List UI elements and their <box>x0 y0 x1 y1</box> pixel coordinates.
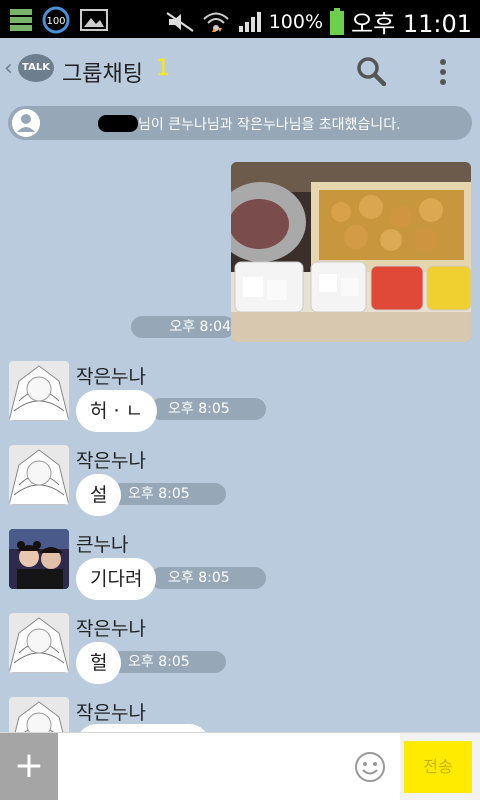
gallery-icon <box>80 9 108 31</box>
photo-time: 오후 8:04 <box>169 319 231 335</box>
message-time-pill: 오후 8:05 <box>110 651 226 673</box>
message-time: 오후 8:05 <box>168 570 230 586</box>
emoticon-icon[interactable] <box>354 751 386 783</box>
notice-text: 님이 큰누나님과 작은누나님을 초대했습니다. <box>138 117 401 133</box>
chat-title: 그룹채팅 <box>62 62 143 87</box>
message-text: 기다려 <box>90 568 143 590</box>
message-input[interactable] <box>58 733 400 800</box>
battery-icon <box>330 7 345 35</box>
send-button[interactable]: 전송 <box>404 741 472 793</box>
app-list-icon <box>10 9 32 31</box>
sender-name: 작은누나 <box>76 618 146 640</box>
avatar-small-sister[interactable] <box>9 613 69 673</box>
avatar-image <box>9 613 69 673</box>
battery-percent: 100% <box>268 10 324 33</box>
avatar-image <box>9 529 69 589</box>
status-bar: 100 100% 오후 11:01 <box>0 0 480 38</box>
avatar-image <box>9 445 69 505</box>
message-time-pill: 오후 8:05 <box>110 483 226 505</box>
sender-name: 작은누나 <box>76 702 146 724</box>
sender-name: 작은누나 <box>76 366 146 388</box>
member-count: 1 <box>156 56 170 81</box>
message-time-pill: 오후 8:05 <box>150 567 266 589</box>
badge-100-icon: 100 <box>42 6 70 34</box>
message-time: 오후 8:05 <box>128 654 190 670</box>
message-text: 설 <box>90 484 108 506</box>
message-bubble[interactable]: 기다려 <box>76 558 157 600</box>
message-time: 오후 8:05 <box>128 486 190 502</box>
message-time-pill: 오후 8:05 <box>150 398 266 420</box>
message-bubble[interactable]: 허 · ㄴ <box>76 390 158 432</box>
message-text: 헐 <box>90 652 108 674</box>
photo-time-pill: 오후 8:04 <box>131 316 235 338</box>
back-button[interactable]: ‹ <box>4 56 13 81</box>
talk-logo[interactable]: TALK <box>18 54 54 82</box>
message-input-bar: + 전송 <box>0 732 480 800</box>
sender-name: 작은누나 <box>76 450 146 472</box>
sender-name: 큰누나 <box>76 534 129 556</box>
message-time: 오후 8:05 <box>168 401 230 417</box>
attach-plus-button[interactable]: + <box>0 733 58 800</box>
avatar-small-sister[interactable] <box>9 361 69 421</box>
status-bar-left: 100 <box>10 6 108 34</box>
system-notice: 님이 큰누나님과 작은누나님을 초대했습니다. <box>8 106 472 140</box>
clock: 오후 11:01 <box>351 10 472 38</box>
mute-icon <box>166 11 194 32</box>
svg-text:100: 100 <box>46 16 65 27</box>
signal-icon <box>238 11 261 32</box>
message-text: 허 · ㄴ <box>90 400 144 422</box>
avatar-image <box>9 361 69 421</box>
more-options-icon[interactable] <box>438 58 448 88</box>
avatar-big-sister[interactable] <box>9 529 69 589</box>
avatar-small-sister[interactable] <box>9 445 69 505</box>
chat-header: ‹ TALK 그룹채팅 1 <box>0 38 480 100</box>
food-photo-image <box>231 162 471 342</box>
message-bubble[interactable]: 헐 <box>76 642 122 684</box>
search-icon[interactable] <box>356 56 386 86</box>
redacted-name <box>98 115 138 132</box>
wifi-icon <box>203 12 229 32</box>
message-bubble[interactable]: 설 <box>76 474 122 516</box>
status-bar-right: 100% 오후 11:01 <box>165 4 472 39</box>
user-icon <box>12 109 40 137</box>
food-photo[interactable] <box>231 162 471 342</box>
